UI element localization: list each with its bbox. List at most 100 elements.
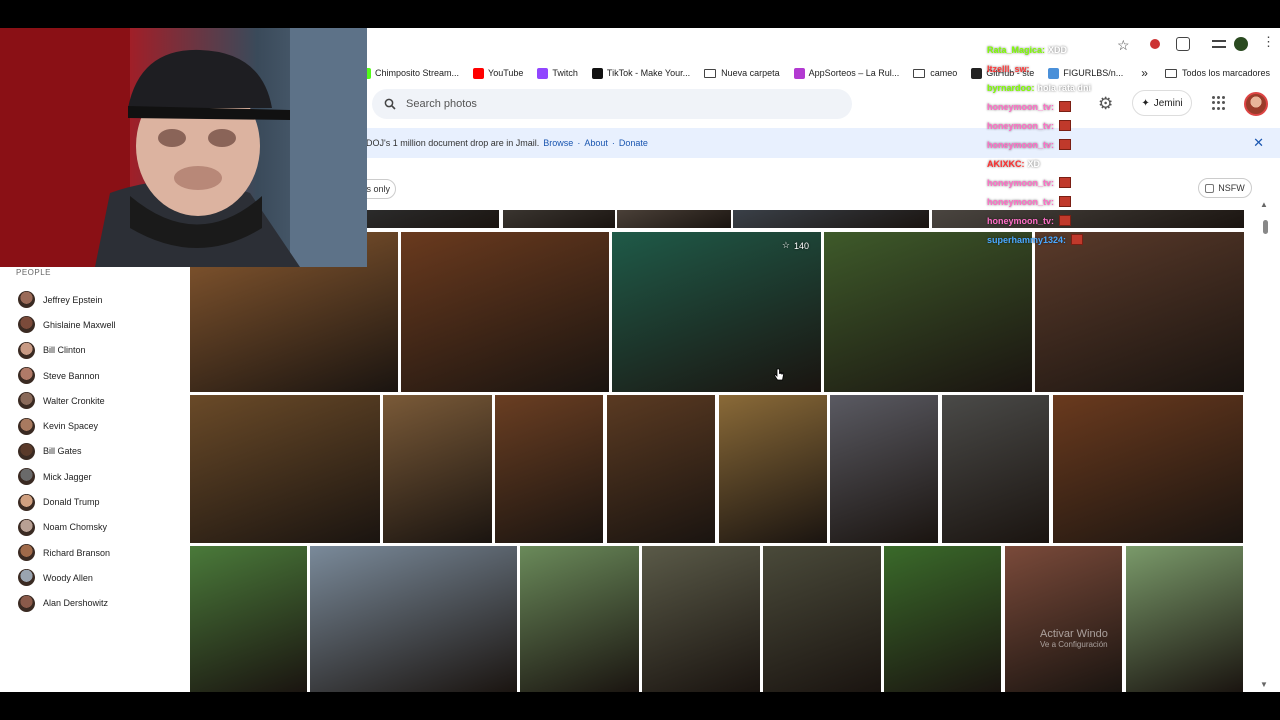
star-count-badge: ☆ 140 <box>781 240 809 251</box>
person-item[interactable]: Walter Cronkite <box>0 388 178 413</box>
avatar[interactable] <box>1244 92 1268 116</box>
search-bar[interactable] <box>372 89 852 119</box>
person-avatar <box>18 291 35 309</box>
all-bookmarks[interactable]: Todos los marcadores <box>1164 62 1270 84</box>
person-avatar <box>18 569 35 587</box>
emote-icon <box>1059 215 1072 226</box>
star-icon: ☆ <box>781 240 790 250</box>
chat-message: byrnardoo: hola rata dni <box>987 82 1092 93</box>
photo-thumbnail[interactable] <box>1126 546 1243 692</box>
apps-grid-icon[interactable] <box>1212 96 1226 110</box>
bookmark-item[interactable]: TikTok - Make Your... <box>591 67 690 79</box>
banner-text: DOJ's 1 million document drop are in Jma… <box>366 138 540 148</box>
person-item[interactable]: Ghislaine Maxwell <box>0 312 178 337</box>
photo-thumbnail[interactable] <box>642 546 760 692</box>
person-item[interactable]: Richard Branson <box>0 540 178 565</box>
nsfw-toggle[interactable]: NSFW <box>1198 178 1252 198</box>
person-item[interactable]: Kevin Spacey <box>0 413 178 438</box>
bookmark-item[interactable]: cameo <box>913 68 957 78</box>
photo-thumbnail[interactable] <box>190 395 380 543</box>
person-item[interactable]: Noam Chomsky <box>0 515 178 540</box>
streamer-image <box>0 28 367 267</box>
person-avatar <box>18 442 35 460</box>
person-item[interactable]: Steve Bannon <box>0 363 178 388</box>
person-avatar <box>18 493 35 511</box>
chat-message: honeymoon_tv: <box>987 97 1147 116</box>
chat-message: honeymoon_tv: <box>987 173 1147 192</box>
photo-thumbnail[interactable] <box>401 232 609 392</box>
donate-link[interactable]: Donate <box>619 138 648 148</box>
person-avatar <box>18 392 35 410</box>
photo-thumbnail[interactable]: ☆ 140 <box>612 232 821 392</box>
twitch-icon <box>537 67 549 79</box>
photo-thumbnail[interactable] <box>830 395 938 543</box>
person-item[interactable]: Woody Allen <box>0 565 178 590</box>
photo-thumbnail[interactable] <box>617 210 731 228</box>
kebab-menu-icon[interactable]: ⋮ <box>1262 34 1275 50</box>
search-input[interactable] <box>406 98 806 110</box>
person-item[interactable]: Donald Trump <box>0 489 178 514</box>
photo-thumbnail[interactable] <box>733 210 929 228</box>
photo-thumbnail[interactable] <box>1035 232 1244 392</box>
scrollbar-thumb[interactable] <box>1263 220 1268 234</box>
separator-dot: · <box>611 138 615 148</box>
photo-thumbnail[interactable] <box>495 395 603 543</box>
people-sidebar: PEOPLE Jeffrey Epstein Ghislaine Maxwell B… <box>0 268 178 616</box>
scroll-down-arrow[interactable]: ▼ <box>1260 680 1268 689</box>
photo-thumbnail[interactable] <box>1053 395 1243 543</box>
windows-activation-watermark: Activar Windo Ve a Configuración <box>1040 628 1108 649</box>
photo-thumbnail[interactable] <box>607 395 715 543</box>
person-avatar <box>18 518 35 536</box>
puzzle-icon[interactable] <box>1176 37 1190 51</box>
bookmark-item[interactable]: AppSorteos – La Rul... <box>793 67 899 79</box>
close-icon[interactable]: ✕ <box>1253 135 1264 151</box>
photo-thumbnail[interactable] <box>719 395 827 543</box>
person-item[interactable]: Bill Gates <box>0 439 178 464</box>
photo-thumbnail[interactable] <box>190 546 307 692</box>
checkbox[interactable] <box>1205 183 1215 193</box>
photo-thumbnail[interactable] <box>763 546 881 692</box>
stream-chat-overlay: Rata_Magica: XDD Itzelll_sw: byrnardoo: hola… <box>987 28 1147 249</box>
media-control-icon[interactable] <box>1212 40 1226 48</box>
emote-icon <box>1059 120 1072 131</box>
emote-icon <box>1059 139 1072 150</box>
chat-message: honeymoon_tv: <box>987 211 1147 230</box>
person-avatar <box>18 544 35 562</box>
emote-icon <box>1059 101 1072 112</box>
about-link[interactable]: About <box>584 138 608 148</box>
profile-icon[interactable] <box>1234 37 1248 51</box>
photo-thumbnail[interactable] <box>310 546 517 692</box>
webcam-overlay <box>0 28 367 267</box>
person-item[interactable]: Alan Dershowitz <box>0 591 178 616</box>
photo-thumbnail[interactable] <box>1005 546 1122 692</box>
youtube-icon <box>473 67 485 79</box>
separator-dot: · <box>577 138 581 148</box>
photo-thumbnail[interactable] <box>824 232 1032 392</box>
bookmark-item[interactable]: Twitch <box>537 67 578 79</box>
tiktok-icon <box>591 67 603 79</box>
extension-icon[interactable] <box>1150 39 1160 49</box>
person-item[interactable]: Mick Jagger <box>0 464 178 489</box>
person-avatar <box>18 594 35 612</box>
photo-thumbnail[interactable] <box>884 546 1001 692</box>
bookmark-item[interactable]: Nueva carpeta <box>704 68 780 78</box>
photo-thumbnail[interactable] <box>942 395 1049 543</box>
search-icon <box>384 98 396 110</box>
photo-thumbnail[interactable] <box>520 546 639 692</box>
hand-cursor-icon <box>774 368 784 381</box>
person-item[interactable]: Bill Clinton <box>0 338 178 363</box>
bookmark-item[interactable]: Chimposito Stream... <box>360 67 459 79</box>
chat-message: honeymoon_tv: <box>987 192 1147 211</box>
chat-message: Rata_Magica: XDD <box>987 44 1068 55</box>
folder-icon <box>1164 68 1177 78</box>
folder-icon <box>704 68 717 78</box>
photo-thumbnail[interactable] <box>367 210 499 228</box>
person-item[interactable]: Jeffrey Epstein <box>0 287 178 312</box>
photo-thumbnail[interactable] <box>503 210 615 228</box>
browse-link[interactable]: Browse <box>543 138 573 148</box>
chat-message: Itzelll_sw: <box>987 63 1030 74</box>
scroll-up-arrow[interactable]: ▲ <box>1260 200 1268 209</box>
photo-thumbnail[interactable] <box>383 395 492 543</box>
bookmark-item[interactable]: YouTube <box>473 67 523 79</box>
github-icon <box>971 67 983 79</box>
